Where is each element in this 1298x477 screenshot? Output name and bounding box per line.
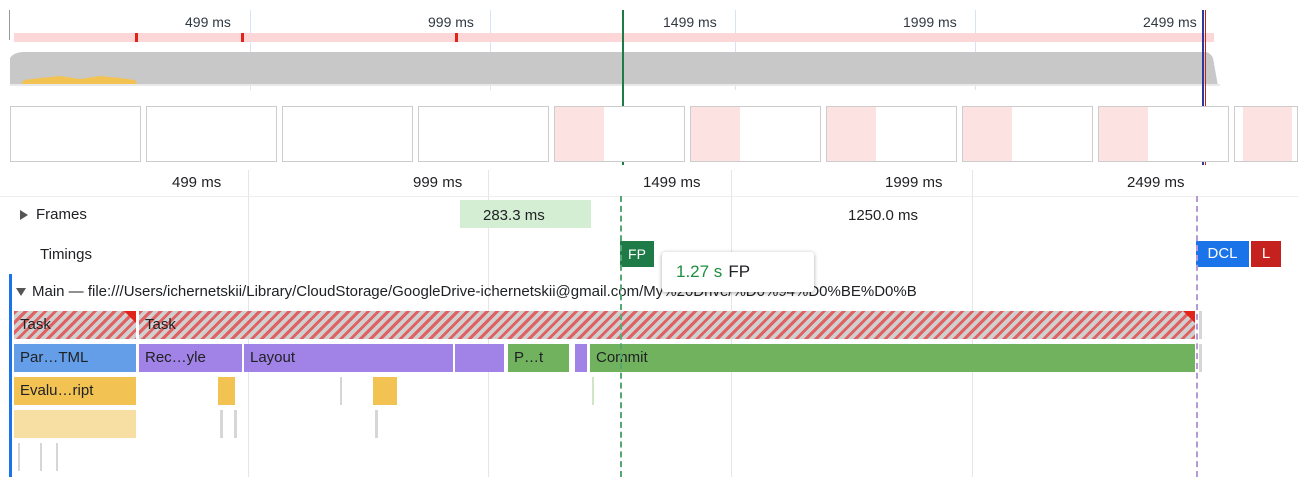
fp-dashed-line bbox=[620, 196, 622, 477]
cpu-activity-chart bbox=[10, 52, 1220, 86]
small-event[interactable] bbox=[220, 410, 223, 438]
small-style-event[interactable] bbox=[575, 344, 588, 372]
screenshot-filmstrip[interactable] bbox=[0, 106, 1298, 166]
ruler-tick: 499 ms bbox=[172, 174, 222, 191]
dcl-marker[interactable]: DCL bbox=[1196, 241, 1249, 267]
timings-track-label: Timings bbox=[40, 246, 92, 263]
event-label: Evalu…ript bbox=[20, 382, 94, 399]
tooltip-name: FP bbox=[728, 262, 751, 281]
recalculate-style-event[interactable]: Rec…yle bbox=[139, 344, 243, 372]
timeline-overview[interactable]: 499 ms 999 ms 1499 ms 1999 ms 2499 ms bbox=[0, 0, 1298, 170]
frames-track-toggle[interactable]: Frames bbox=[20, 206, 87, 223]
layout-event-small[interactable] bbox=[455, 344, 505, 372]
event-label: Task bbox=[20, 316, 51, 333]
long-task-strip bbox=[14, 33, 1214, 42]
small-event[interactable] bbox=[1199, 344, 1202, 372]
script-event[interactable] bbox=[373, 377, 398, 405]
filmstrip-frame[interactable] bbox=[418, 106, 549, 162]
small-event[interactable] bbox=[375, 410, 378, 438]
overview-left-edge bbox=[9, 10, 10, 40]
fp-marker[interactable]: FP bbox=[620, 241, 654, 267]
event-label: P…t bbox=[514, 349, 544, 366]
filmstrip-frame[interactable] bbox=[962, 106, 1093, 162]
filmstrip-frame[interactable] bbox=[1098, 106, 1229, 162]
task-event[interactable]: Task bbox=[14, 311, 137, 339]
expand-arrow-icon bbox=[20, 210, 28, 221]
event-label: Par…TML bbox=[20, 349, 89, 366]
cpu-idle-area bbox=[10, 52, 1218, 86]
frame-duration: 283.3 ms bbox=[483, 207, 545, 224]
fp-tooltip: 1.27 s FP bbox=[662, 252, 814, 292]
evaluate-script-event[interactable]: Evalu…ript bbox=[14, 377, 137, 405]
overview-tick: 999 ms bbox=[428, 14, 474, 30]
collapse-arrow-icon bbox=[16, 288, 26, 297]
event-label: Rec…yle bbox=[145, 349, 206, 366]
overview-tick: 499 ms bbox=[185, 14, 231, 30]
paint-event[interactable]: P…t bbox=[508, 344, 570, 372]
filmstrip-frame[interactable] bbox=[826, 106, 957, 162]
ruler-tick: 999 ms bbox=[413, 174, 463, 191]
ruler-tick: 1999 ms bbox=[885, 174, 943, 191]
event-label: Layout bbox=[250, 349, 296, 366]
parse-html-event[interactable]: Par…TML bbox=[14, 344, 137, 372]
time-ruler[interactable]: 499 ms 999 ms 1499 ms 1999 ms 2499 ms bbox=[0, 170, 1298, 197]
dcl-dashed-line bbox=[1196, 196, 1198, 477]
long-task-corner bbox=[124, 311, 136, 323]
filmstrip-frame[interactable] bbox=[146, 106, 277, 162]
small-event[interactable] bbox=[56, 443, 58, 471]
small-event[interactable] bbox=[18, 443, 20, 471]
overview-tick: 1999 ms bbox=[903, 14, 957, 30]
frame-duration: 1250.0 ms bbox=[848, 207, 919, 224]
filmstrip-frame[interactable] bbox=[282, 106, 413, 162]
cpu-baseline bbox=[10, 84, 1220, 86]
filmstrip-frame[interactable] bbox=[554, 106, 685, 162]
filmstrip-frame[interactable] bbox=[690, 106, 821, 162]
load-marker[interactable]: L bbox=[1251, 241, 1281, 267]
commit-event[interactable]: Commit bbox=[590, 344, 1196, 372]
tooltip-time: 1.27 s bbox=[676, 262, 723, 281]
task-event[interactable]: Task bbox=[139, 311, 1196, 339]
overview-tick: 1499 ms bbox=[663, 14, 717, 30]
event-label: Task bbox=[145, 316, 176, 333]
layout-event[interactable]: Layout bbox=[244, 344, 454, 372]
ruler-tick: 1499 ms bbox=[643, 174, 701, 191]
long-task-marker bbox=[135, 33, 138, 42]
small-event[interactable] bbox=[592, 377, 594, 405]
filmstrip-frame[interactable] bbox=[1234, 106, 1298, 162]
overview-tick: 2499 ms bbox=[1143, 14, 1197, 30]
long-task-marker bbox=[241, 33, 244, 42]
long-task-corner bbox=[1183, 311, 1195, 323]
ruler-tick: 2499 ms bbox=[1127, 174, 1185, 191]
small-event[interactable] bbox=[340, 377, 342, 405]
long-task-marker bbox=[455, 33, 458, 42]
filmstrip-frame[interactable] bbox=[10, 106, 141, 162]
script-event[interactable] bbox=[218, 377, 236, 405]
small-event[interactable] bbox=[40, 443, 42, 471]
small-event[interactable] bbox=[1199, 311, 1202, 339]
function-call-event[interactable] bbox=[14, 410, 137, 438]
small-event[interactable] bbox=[234, 410, 237, 438]
frames-track-label: Frames bbox=[36, 206, 87, 223]
